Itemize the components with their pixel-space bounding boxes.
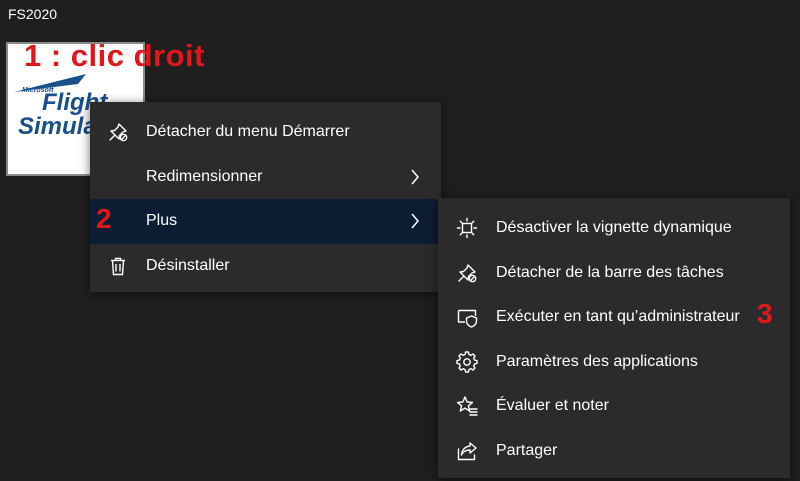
menu-item-disable-live-tile[interactable]: Désactiver la vignette dynamique — [438, 206, 790, 251]
admin-shield-icon — [456, 306, 478, 328]
menu-item-more[interactable]: Plus — [90, 199, 441, 244]
menu-item-label: Paramètres des applications — [496, 352, 698, 370]
menu-item-unpin-start[interactable]: Détacher du menu Démarrer — [90, 110, 441, 155]
menu-item-share[interactable]: Partager — [438, 429, 790, 474]
menu-item-resize[interactable]: Redimensionner — [90, 155, 441, 200]
menu-item-uninstall[interactable]: Désinstaller — [90, 244, 441, 289]
live-tile-icon — [456, 217, 478, 239]
menu-item-label: Plus — [146, 212, 178, 230]
menu-item-label: Désinstaller — [146, 256, 230, 274]
menu-item-label: Détacher du menu Démarrer — [146, 123, 350, 141]
menu-item-label: Détacher de la barre des tâches — [496, 263, 724, 281]
menu-item-label: Redimensionner — [146, 167, 263, 185]
share-icon — [456, 440, 478, 462]
annotation-step-2: 2 — [96, 203, 112, 234]
menu-item-run-as-admin[interactable]: Exécuter en tant qu’administrateur — [438, 295, 790, 340]
annotation-step-3: 3 — [757, 298, 773, 329]
logo-line2-text: Simula — [18, 113, 97, 140]
menu-item-rate-review[interactable]: Évaluer et noter — [438, 384, 790, 429]
chevron-right-icon — [409, 212, 421, 230]
star-rating-icon — [456, 395, 478, 417]
trash-icon — [107, 255, 129, 277]
unpin-icon — [107, 121, 129, 143]
gear-icon — [456, 351, 478, 373]
menu-item-label: Partager — [496, 441, 558, 459]
menu-item-label: Évaluer et noter — [496, 397, 609, 415]
chevron-right-icon — [409, 168, 421, 186]
menu-item-label: Désactiver la vignette dynamique — [496, 219, 732, 237]
group-title: FS2020 — [8, 6, 58, 22]
annotation-step-1: 1 : clic droit — [24, 38, 205, 73]
submenu-more: Désactiver la vignette dynamique Détache… — [438, 198, 790, 478]
context-menu: Détacher du menu Démarrer Redimensionner… — [90, 102, 441, 292]
menu-item-label: Exécuter en tant qu’administrateur — [496, 308, 740, 326]
menu-item-app-settings[interactable]: Paramètres des applications — [438, 340, 790, 385]
unpin-icon — [456, 262, 478, 284]
menu-item-unpin-taskbar[interactable]: Détacher de la barre des tâches — [438, 251, 790, 296]
